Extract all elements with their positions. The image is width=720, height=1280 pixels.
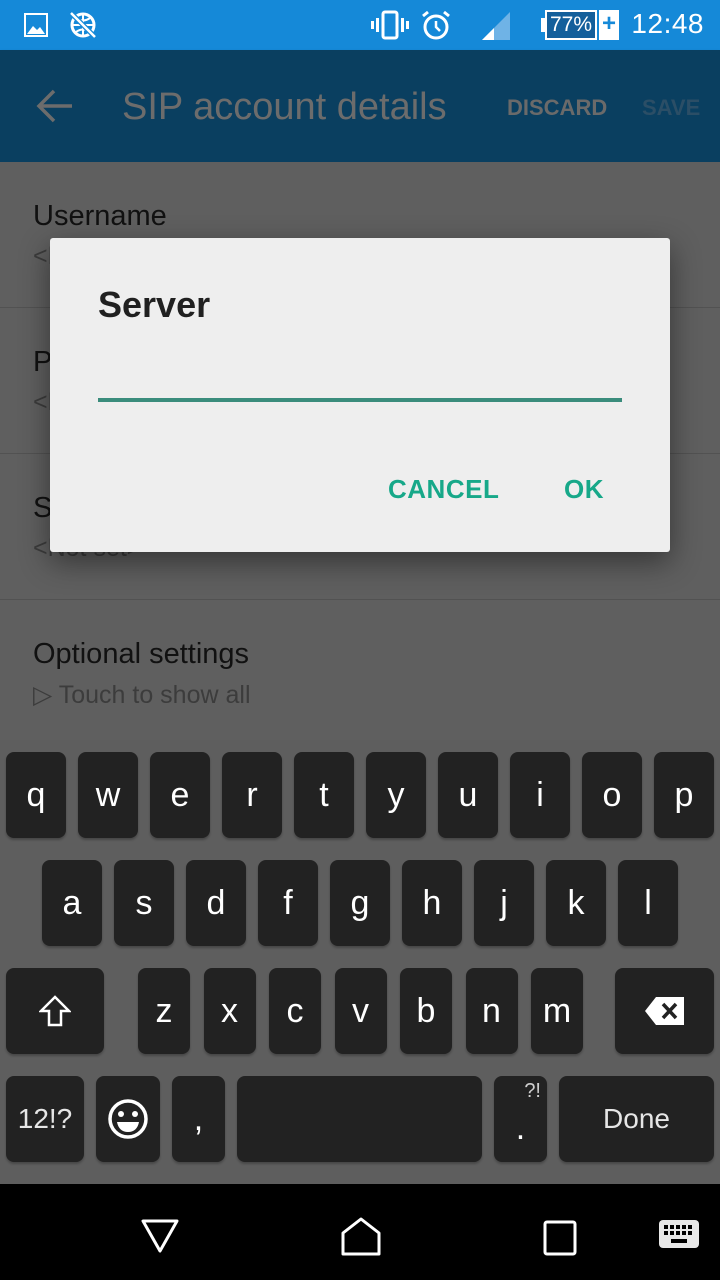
alarm-icon <box>422 10 450 40</box>
key-r[interactable]: r <box>222 752 282 838</box>
back-triangle-icon[interactable] <box>140 1218 180 1254</box>
status-bar: 77% + 12:48 <box>0 0 720 50</box>
key-u[interactable]: u <box>438 752 498 838</box>
setting-row-optional[interactable]: Optional settings ▷ Touch to show all <box>0 600 720 740</box>
key-z[interactable]: z <box>138 968 190 1054</box>
app-bar: SIP account details DISCARD SAVE <box>0 50 720 162</box>
key-h[interactable]: h <box>402 860 462 946</box>
key-s[interactable]: s <box>114 860 174 946</box>
navigation-bar <box>0 1184 720 1280</box>
key-k[interactable]: k <box>546 860 606 946</box>
no-internet-globe-icon <box>69 11 97 39</box>
server-dialog: Server CANCEL OK <box>50 238 670 552</box>
setting-value: ▷ Touch to show all <box>33 681 251 709</box>
key-i[interactable]: i <box>510 752 570 838</box>
backspace-icon <box>644 997 684 1025</box>
space-key[interactable] <box>237 1076 482 1162</box>
shift-key[interactable] <box>6 968 104 1054</box>
dialog-title: Server <box>98 284 211 325</box>
key-a[interactable]: a <box>42 860 102 946</box>
key-e[interactable]: e <box>150 752 210 838</box>
key-v[interactable]: v <box>334 968 387 1054</box>
key-q[interactable]: q <box>6 752 66 838</box>
key-y[interactable]: y <box>366 752 426 838</box>
soft-keyboard: 12!? , ?! . Done qwertyuiop asdfghjkl zxcv… <box>0 740 720 1184</box>
vibrate-icon <box>371 10 409 40</box>
comma-key[interactable]: , <box>172 1076 225 1162</box>
arrow-left-icon[interactable] <box>36 88 74 124</box>
signal-icon <box>482 12 510 40</box>
emoji-key[interactable] <box>96 1076 160 1162</box>
charging-icon: + <box>599 10 619 40</box>
period-label: . <box>515 1108 526 1147</box>
recents-icon[interactable] <box>543 1220 579 1258</box>
key-d[interactable]: d <box>186 860 246 946</box>
gallery-icon <box>24 13 48 37</box>
key-j[interactable]: j <box>474 860 534 946</box>
period-alt-label: ?! <box>524 1080 541 1102</box>
key-t[interactable]: t <box>294 752 354 838</box>
server-input[interactable] <box>98 364 622 402</box>
screen: 77% + 12:48 SIP account details DISCARD … <box>0 0 720 1280</box>
page-title: SIP account details <box>122 86 447 128</box>
home-icon[interactable] <box>340 1216 382 1258</box>
battery-percent: 77% <box>545 10 597 40</box>
smiley-icon <box>108 1099 148 1139</box>
key-p[interactable]: p <box>654 752 714 838</box>
battery-indicator: 77% + <box>541 10 619 40</box>
key-n[interactable]: n <box>465 968 518 1054</box>
key-o[interactable]: o <box>582 752 642 838</box>
key-m[interactable]: m <box>531 968 583 1054</box>
keyboard-switch-icon[interactable] <box>659 1220 701 1250</box>
key-c[interactable]: c <box>269 968 321 1054</box>
key-w[interactable]: w <box>78 752 138 838</box>
period-key[interactable]: ?! . <box>494 1076 547 1162</box>
discard-button[interactable]: DISCARD <box>507 95 607 121</box>
key-g[interactable]: g <box>330 860 390 946</box>
shift-arrow-icon <box>39 995 71 1027</box>
cancel-button[interactable]: CANCEL <box>388 474 499 505</box>
key-x[interactable]: x <box>203 968 256 1054</box>
clock: 12:48 <box>631 8 704 39</box>
key-b[interactable]: b <box>400 968 452 1054</box>
setting-label: Username <box>33 200 167 232</box>
key-l[interactable]: l <box>618 860 678 946</box>
done-key[interactable]: Done <box>559 1076 714 1162</box>
setting-label: Optional settings <box>33 638 250 670</box>
ok-button[interactable]: OK <box>564 474 604 505</box>
save-button[interactable]: SAVE <box>642 95 700 121</box>
key-f[interactable]: f <box>258 860 318 946</box>
backspace-key[interactable] <box>615 968 714 1054</box>
symbols-key[interactable]: 12!? <box>6 1076 84 1162</box>
